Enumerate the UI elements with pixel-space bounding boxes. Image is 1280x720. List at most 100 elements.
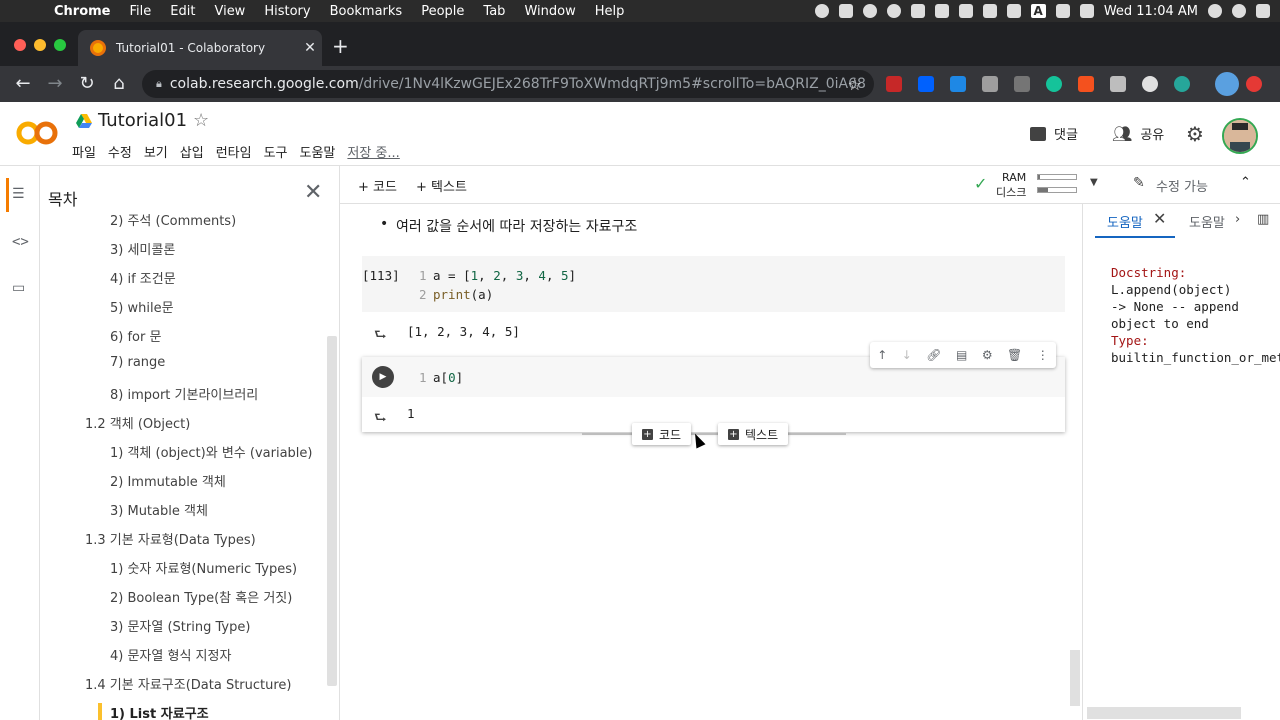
extension-icon[interactable] [1014,76,1030,92]
extension-icon[interactable] [1078,76,1094,92]
menu-edit[interactable]: Edit [170,4,195,19]
url-field[interactable]: 🔒︎ colab.research.google.com /drive/1Nv4… [142,70,874,98]
back-icon[interactable]: ← [12,73,34,94]
menu-chrome[interactable]: Chrome [54,4,111,19]
toc-item[interactable]: 2) 주석 (Comments) [110,210,236,229]
menu-insert[interactable]: 삽입 [180,142,204,161]
lock-icon[interactable] [934,4,949,18]
code-snippets-icon[interactable]: <> [12,234,29,250]
comment-button[interactable]: 댓글 [1030,124,1078,143]
help-scrollbar[interactable] [1087,707,1241,719]
menu-file[interactable]: File [130,4,152,19]
toc-item[interactable]: 1) 숫자 자료형(Numeric Types) [110,558,297,577]
menu-file[interactable]: 파일 [72,142,96,161]
menu-tools[interactable]: 도구 [264,142,288,161]
disk-usage-bar[interactable] [1037,187,1077,193]
toc-list-icon[interactable]: ☰ [12,186,25,202]
record-icon[interactable] [886,4,901,18]
runtime-dropdown-icon[interactable]: ▼ [1090,177,1098,188]
reload-icon[interactable]: ↻ [76,73,98,94]
toc-item[interactable]: 1) 객체 (object)와 변수 (variable) [110,442,312,461]
extension-icon[interactable] [1142,76,1158,92]
add-text-button[interactable]: + 텍스트 [416,176,467,195]
siri-icon[interactable] [1232,4,1246,18]
output-icon[interactable]: ⮑ [374,324,387,348]
toc-item-active[interactable]: 1) List 자료구조 [110,703,209,720]
share-button[interactable]: 👥︎ 공유 [1112,124,1164,143]
extension-icon[interactable] [982,76,998,92]
insert-text-button[interactable]: + 텍스트 [718,423,789,445]
profile-avatar[interactable] [1215,72,1239,96]
settings-gear-icon[interactable]: ⚙ [982,348,993,362]
menu-help[interactable]: 도움말 [300,142,336,161]
extension-icon[interactable] [950,76,966,92]
eject-icon[interactable] [1055,4,1070,18]
notification-center-icon[interactable] [1256,4,1270,18]
bluetooth-icon[interactable] [958,4,973,18]
toc-item[interactable]: 7) range [110,355,165,370]
toc-item[interactable]: 2) Immutable 객체 [110,471,226,490]
toc-item[interactable]: 3) 문자열 (String Type) [110,616,250,635]
split-view-icon[interactable]: ▥ [1257,212,1269,227]
notebook-scrollbar[interactable] [1070,650,1080,706]
forward-icon[interactable]: → [44,73,66,94]
menu-bookmarks[interactable]: Bookmarks [330,4,403,19]
comment-icon[interactable]: ▤ [956,348,967,362]
menu-runtime[interactable]: 런타임 [216,142,252,161]
menu-people[interactable]: People [421,4,464,19]
folder-icon[interactable]: ▭ [12,280,25,296]
help-tab[interactable]: 도움말 [1189,212,1225,231]
toc-item[interactable]: 3) Mutable 객체 [110,500,208,519]
bookmark-star-icon[interactable]: ☆ [848,75,862,94]
toc-item[interactable]: 5) while문 [110,297,174,316]
toc-item[interactable]: 2) Boolean Type(참 혹은 거짓) [110,587,292,606]
menu-edit[interactable]: 수정 [108,142,132,161]
extension-icon[interactable] [886,76,902,92]
ink-icon[interactable] [910,4,925,18]
toc-item[interactable]: 8) import 기본라이브러리 [110,384,258,403]
edit-mode-label[interactable]: 수정 가능 [1156,176,1208,195]
output-icon[interactable]: ⮑ [374,407,387,431]
close-icon[interactable]: ✕ [1153,209,1166,228]
menu-view[interactable]: 보기 [144,142,168,161]
close-icon[interactable]: ✕ [304,180,322,205]
close-tab-icon[interactable]: ✕ [298,40,322,56]
volume-icon[interactable] [1079,4,1094,18]
add-code-button[interactable]: + 코드 [358,176,397,195]
pencil-icon[interactable]: ✎ [1133,175,1145,191]
menu-view[interactable]: View [214,4,245,19]
link-icon[interactable]: 🔗︎ [926,348,941,362]
code-cell[interactable]: [113] 1 a = [1, 2, 3, 4, 5] 2 print(a) [362,256,1065,312]
airplay-icon[interactable] [1006,4,1021,18]
stop-icon[interactable] [814,4,829,18]
sync-icon[interactable] [862,4,877,18]
menu-window[interactable]: Window [524,4,575,19]
new-tab-icon[interactable]: + [332,36,349,56]
ram-usage-bar[interactable] [1037,174,1077,180]
toc-item[interactable]: 4) 문자열 형식 지정자 [110,645,231,664]
chevron-right-icon[interactable]: › [1235,212,1240,227]
drive-icon[interactable] [76,114,92,128]
code-line-1[interactable]: a[0] [433,370,463,385]
wifi-icon[interactable] [982,4,997,18]
menu-history[interactable]: History [264,4,310,19]
zoom-window-icon[interactable] [54,39,66,51]
code-line-1[interactable]: a = [1, 2, 3, 4, 5] [433,268,576,283]
update-icon[interactable] [1246,76,1262,92]
toc-item[interactable]: 1.2 객체 (Object) [85,413,190,432]
toc-item[interactable]: 3) 세미콜론 [110,239,175,258]
move-up-icon[interactable]: ↑ [877,348,887,362]
close-window-icon[interactable] [14,39,26,51]
notebook-title[interactable]: Tutorial01 [98,110,187,131]
chevron-up-icon[interactable]: ⌃ [1240,175,1251,190]
home-icon[interactable]: ⌂ [108,73,130,94]
insert-code-button[interactable]: + 코드 [632,423,692,445]
colab-logo-icon[interactable] [16,118,58,148]
grammarly-icon[interactable] [1046,76,1062,92]
menu-tab[interactable]: Tab [483,4,505,19]
clock[interactable]: Wed 11:04 AM [1104,4,1198,19]
user-avatar[interactable] [1222,118,1258,154]
star-icon[interactable]: ☆ [193,110,209,131]
settings-gear-icon[interactable]: ⚙ [1186,122,1204,146]
toc-item[interactable]: 1.4 기본 자료구조(Data Structure) [85,674,292,693]
